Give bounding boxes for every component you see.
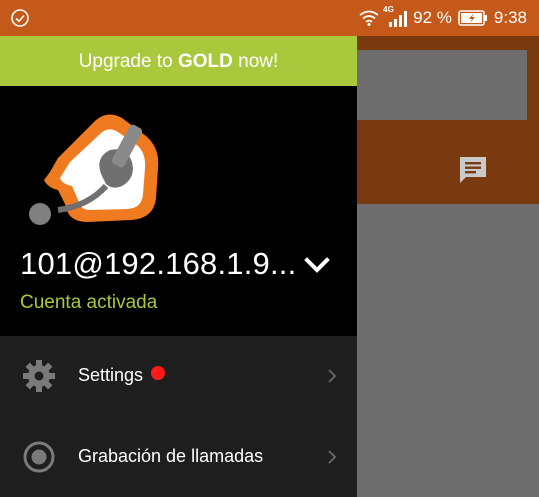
upgrade-gold: GOLD bbox=[177, 51, 233, 72]
check-circle-icon bbox=[11, 9, 29, 27]
record-icon bbox=[23, 441, 55, 473]
status-bar: 4G 92 % 9:38 bbox=[0, 0, 539, 36]
navigation-drawer: Upgrade to GOLD now! 101@192.168.1.9... … bbox=[0, 36, 357, 497]
menu-item-call-recording[interactable]: Grabación de llamadas bbox=[0, 417, 357, 497]
menu-item-settings[interactable]: Settings bbox=[0, 336, 357, 416]
chevron-right-icon bbox=[328, 369, 337, 383]
chat-icon[interactable] bbox=[457, 154, 489, 186]
wifi-icon bbox=[359, 10, 379, 26]
gear-icon bbox=[23, 360, 55, 392]
chevron-down-icon[interactable] bbox=[302, 253, 332, 277]
upgrade-suffix: now! bbox=[232, 51, 279, 72]
signal-icon: 4G bbox=[383, 5, 408, 28]
settings-label: Settings bbox=[78, 365, 144, 385]
clock: 9:38 bbox=[493, 8, 527, 27]
chevron-right-icon bbox=[328, 450, 337, 464]
account-name[interactable]: 101@192.168.1.9... bbox=[20, 246, 296, 282]
notification-badge bbox=[151, 366, 166, 380]
menu-item-label: Settings bbox=[78, 365, 166, 386]
account-status: Cuenta activada bbox=[20, 292, 158, 313]
menu-item-label: Grabación de llamadas bbox=[78, 446, 264, 466]
background-panel bbox=[357, 50, 527, 120]
upgrade-banner[interactable]: Upgrade to GOLD now! bbox=[0, 36, 357, 86]
battery-charging-icon bbox=[458, 10, 487, 26]
drawer-menu: Settings Grabación de llamadas bbox=[0, 336, 357, 497]
zoiper-logo-icon bbox=[29, 114, 159, 225]
upgrade-prefix: Upgrade to bbox=[78, 51, 178, 72]
battery-percent: 92 % bbox=[413, 8, 452, 27]
